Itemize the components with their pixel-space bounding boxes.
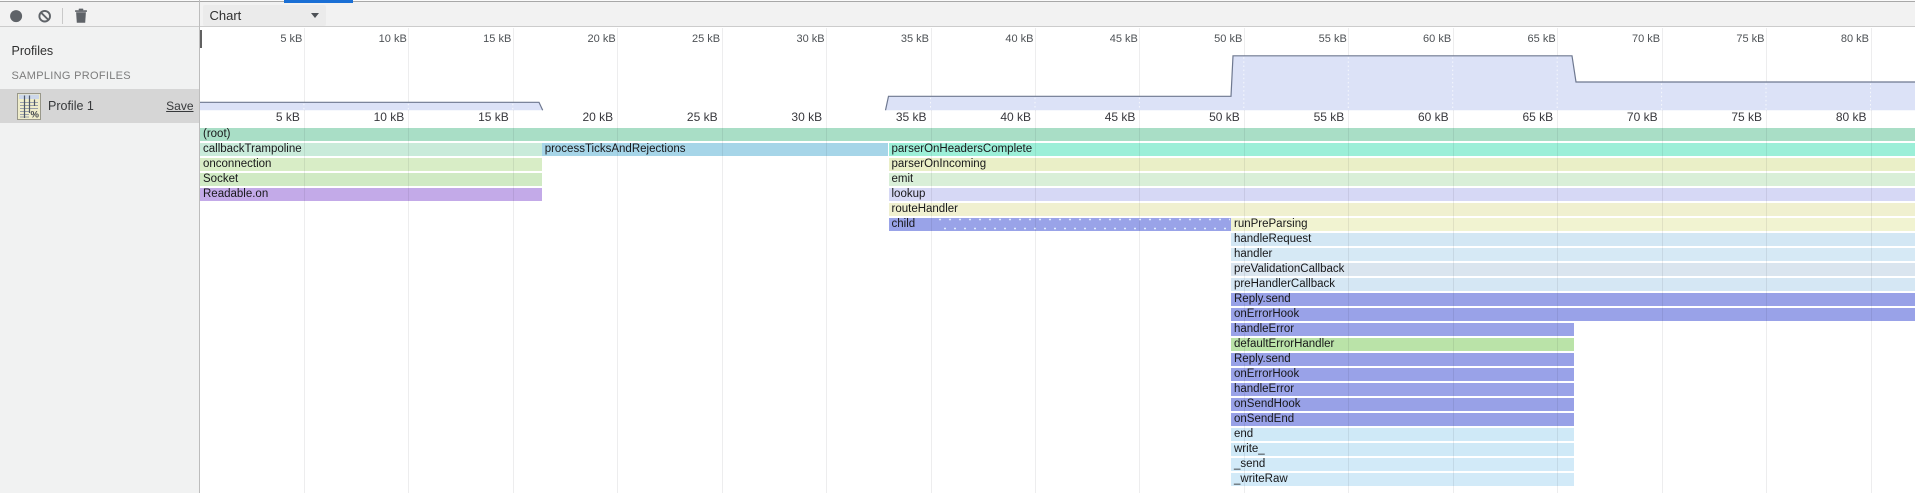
svg-text:%: %: [30, 109, 39, 120]
